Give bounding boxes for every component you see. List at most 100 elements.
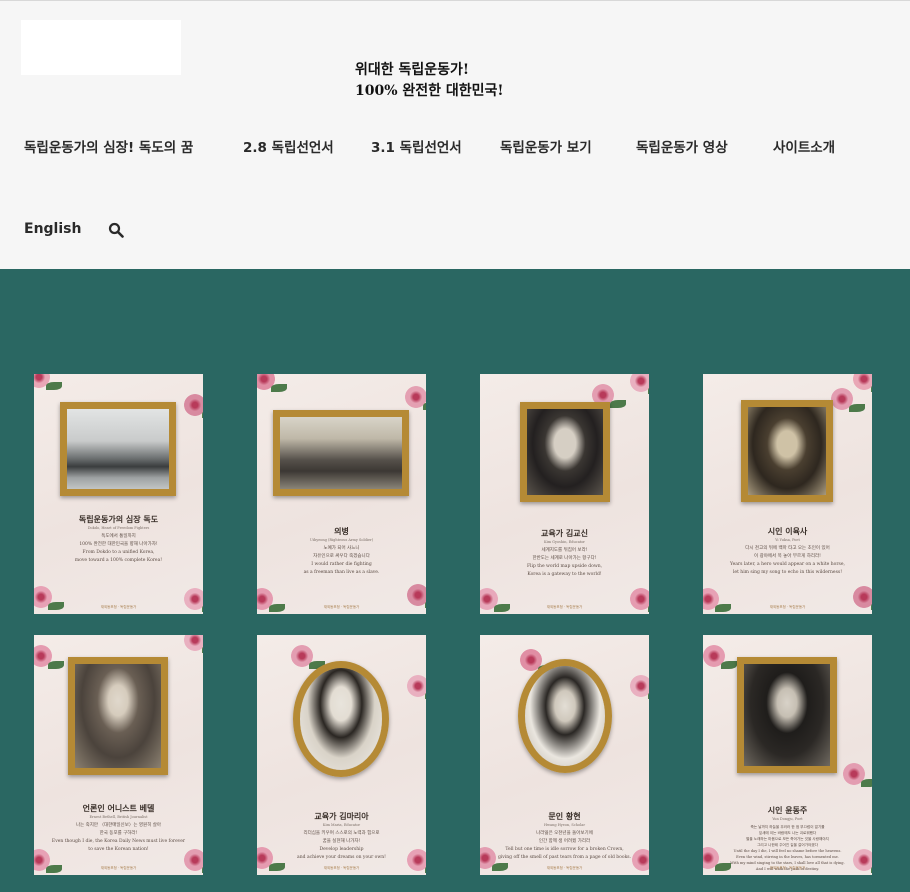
poster-subtitle: Hwang Hyeon, Scholar [543,823,586,827]
poster-title: 교육가 김교신 [541,528,588,538]
leaf-decoration [271,384,287,392]
poster-quote-line: 나라잃은 오천년을 돌아보기에 [536,831,593,836]
poster-quote-line: 노예가 되어 사느니 [323,546,360,551]
poster-quote-line: 인간 함께 생 어려웠 가리라 [538,839,591,844]
poster-title: 의병 [334,526,349,536]
poster-card-kim-maria[interactable]: 교육가 김마리아 Kim Maria, Educator 리더십을 키우며 스스로의… [257,635,426,875]
poster-title: 문인 황현 [548,811,581,821]
poster-quote-line: 이 광야에서 목 놓아 부르게 하리라! [754,554,821,559]
poster-quote-line: 100% 완전한 대한민국을 향해 나아가자! [79,542,158,547]
poster-quote: 리더십을 키우며 스스로의 노력과 힘으로 꿈을 실현해 나가자! Develop … [265,830,418,862]
hibiscus-flower-decoration [630,374,649,392]
poster-quote: 세계지도를 뒤집어 보라! 한반도는 세계로 나아가는 항구다! Flip the … [488,547,641,579]
poster-card-dokdo[interactable]: 독립운동가의 심장 독도 Dokdo, Heart of Freedom Figh… [34,374,203,614]
poster-quote-line: 리더십을 키우며 스스로의 노력과 힘으로 [303,831,380,836]
nav-28-declaration[interactable]: 2.8 독립선언서 [243,136,334,156]
poster-subtitle: Yun Dongju, Poet [772,817,803,821]
poster-quote: 다시 천고의 뒤에 백마 타고 오는 초인이 있어이 광야에서 목 놓아 부르게… [711,545,864,577]
leaf-decoration [721,661,737,669]
poster-quote-line: giving off the smell of past tears from … [497,855,632,860]
leaf-decoration [648,386,649,394]
poster-gallery: 독립운동가의 심장 독도 Dokdo, Heart of Freedom Figh… [0,269,910,892]
poster-quote-line: as a freeman than live as a slave. [303,570,380,575]
poster-title: 시인 윤동주 [767,805,808,815]
leaf-decoration [46,382,62,390]
poster-quote-line: let him sing my song to echo in this wil… [732,570,843,575]
poster-quote-line: I would rather die fighting [311,562,372,567]
poster-subtitle: Kim Maria, Educator [322,823,361,827]
leaf-decoration [48,661,64,669]
search-icon[interactable] [108,222,124,238]
poster-quote: 나라잃은 오천년을 돌아보기에인간 함께 생 어려웠 가리라 Tell but o… [488,830,641,862]
portrait-photo [744,664,830,766]
poster-subtitle: Ernest Bethell, British Journalist [89,815,148,819]
leaf-decoration [202,410,203,418]
poster-footer-logo: 재외동포청 · 독립운동가 [323,866,360,870]
leaf-decoration [610,400,626,408]
gold-frame [60,402,176,496]
leaf-decoration [202,645,203,653]
hibiscus-flower-decoration [407,584,426,606]
portrait-photo [527,409,603,495]
poster-card-kim-gyoshin[interactable]: 교육가 김교신 Kim Gyoshin, Educator 세계지도를 뒤집어 보라… [480,374,649,614]
poster-card-yi-yuksa[interactable]: 시인 이육사 Yi Yuksa, Poet 다시 천고의 뒤에 백마 타고 오는 초… [703,374,872,614]
leaf-decoration [425,691,426,699]
poster-title: 언론인 어니스트 베델 [82,803,155,813]
site-tagline: 위대한 독립운동가! 100% 완전한 대한민국! [355,60,504,102]
hibiscus-flower-decoration [630,675,649,697]
portrait-photo [67,409,169,489]
poster-subtitle: Kim Gyoshin, Educator [544,540,585,544]
language-english-link[interactable]: English [24,221,81,237]
poster-quote-line: 한국 동포를 구하라! [99,831,138,836]
gold-frame [741,400,833,502]
poster-quote-line: Tell but one time is idle sorrow for a b… [505,847,624,852]
leaf-decoration [861,779,872,787]
poster-card-yun-dongju[interactable]: 시인 윤동주 Yun Dongju, Poet 죽는 날까지 하늘을 우러러 한 점… [703,635,872,875]
poster-footer-logo: 재외동포청 · 독립운동가 [323,605,360,609]
poster-subtitle: Yi Yuksa, Poet [775,538,800,542]
nav-31-declaration[interactable]: 3.1 독립선언서 [371,136,462,156]
poster-quote-line: 나는 죽지만 〈대한매일신보〉는 영원히 살아 [75,823,162,828]
poster-footer-logo: 재외동포청 · 독립운동가 [546,605,583,609]
poster-quote-line: 세계지도를 뒤집어 보라! [541,548,588,553]
poster-quote-line: 꿈을 실현해 나가자! [322,839,361,844]
portrait-photo [525,666,605,766]
poster-quote-line: 한반도는 세계로 나아가는 항구다! [532,556,597,561]
leaf-decoration [423,402,426,410]
poster-quote-line: Years later, a hero would appear on a wh… [730,562,845,567]
poster-quote-line: Flip the world map upside down, [526,564,603,569]
nav-view-activists[interactable]: 독립운동가 보기 [500,136,592,156]
nav-activist-videos[interactable]: 독립운동가 영상 [636,136,728,156]
nav-site-intro[interactable]: 사이트소개 [773,136,835,156]
site-header: 위대한 독립운동가! 100% 완전한 대한민국! 독립운동가의 심장! 독도의… [0,1,910,269]
poster-card-ernest-bethell[interactable]: 언론인 어니스트 베델 Ernest Bethell, British Journ… [34,635,203,875]
poster-quote: 독도에서 통일까지 100% 완전한 대한민국을 향해 나아가자! From Dok… [42,533,195,565]
poster-title: 독립운동가의 심장 독도 [78,514,159,524]
tagline-line-2: 100% 완전한 대한민국! [355,83,504,99]
poster-card-uibyeong[interactable]: 의병 Uibyeong (Righteous Army Soldier) 노예가 되… [257,374,426,614]
portrait-photo [748,407,826,495]
poster-quote: 노예가 되어 사느니 자유인으로 싸우다 죽겠습니다 I would rather … [265,545,418,577]
poster-card-hwang-hyeon[interactable]: 문인 황현 Hwang Hyeon, Scholar 나라잃은 오천년을 돌아보기에… [480,635,649,875]
gold-frame [68,657,168,775]
poster-quote-line: Korea is a gateway to the world! [527,572,602,577]
nav-dokdo-dream[interactable]: 독립운동가의 심장! 독도의 꿈 [24,136,193,156]
poster-quote-line: 독도에서 통일까지 [101,534,136,539]
poster-quote-line: 다시 천고의 뒤에 백마 타고 오는 초인이 있어 [745,546,830,551]
poster-quote: 죽는 날까지 하늘을 우러러 한 점 부끄럼이 없기를 잎새에 이는 바람에도 나… [711,824,864,872]
hibiscus-flower-decoration [407,675,426,697]
portrait-photo [280,417,402,489]
poster-quote-line: From Dokdo to a unified Korea, [82,550,155,555]
hibiscus-flower-decoration [184,394,203,416]
site-logo[interactable] [21,20,181,75]
poster-footer-logo: 재외동포청 · 독립운동가 [100,866,137,870]
hibiscus-flower-decoration [853,374,872,390]
poster-footer-logo: 재외동포청 · 독립운동가 [769,866,806,870]
leaf-decoration [871,384,872,392]
hibiscus-flower-decoration [184,635,203,651]
poster-footer-logo: 재외동포청 · 독립운동가 [546,866,583,870]
poster-title: 시인 이육사 [767,526,808,536]
poster-title: 교육가 김마리아 [314,811,369,821]
poster-quote-line: and achieve your dreams on your own! [297,855,386,860]
gold-frame [518,659,612,773]
